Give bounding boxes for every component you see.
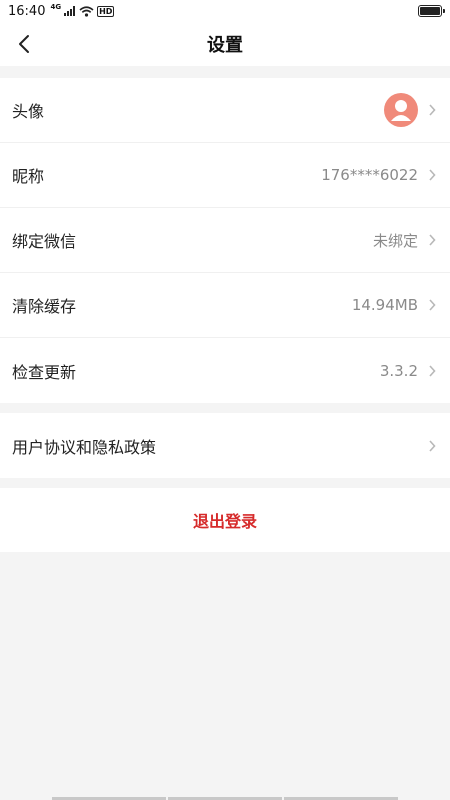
chevron-right-icon	[428, 233, 438, 247]
settings-group-policy: 用户协议和隐私政策	[0, 413, 450, 478]
battery-level	[420, 7, 440, 15]
page-title: 设置	[207, 35, 243, 56]
row-value-update: 3.3.2	[379, 361, 418, 380]
settings-group-main: 头像 昵称 176****6022 绑定微信 未绑定 清除缓存 14.94MB	[0, 78, 450, 403]
back-button[interactable]	[8, 28, 40, 60]
row-value-nickname: 176****6022	[321, 166, 418, 184]
signal-icon	[64, 6, 76, 16]
status-icons: 4G HD	[50, 3, 115, 17]
settings-row-update[interactable]: 检查更新 3.3.2	[0, 338, 450, 403]
row-label-avatar: 头像	[12, 102, 45, 121]
settings-row-nickname[interactable]: 昵称 176****6022	[0, 143, 450, 208]
chevron-right-icon	[428, 103, 438, 117]
chevron-right-icon	[428, 298, 438, 312]
row-label-policy: 用户协议和隐私政策	[12, 437, 157, 457]
battery-icon	[418, 5, 445, 17]
row-label-nickname: 昵称	[12, 167, 45, 186]
chevron-right-icon	[428, 364, 438, 378]
chevron-right-icon	[428, 168, 438, 182]
user-avatar-icon	[384, 93, 418, 127]
settings-row-wechat[interactable]: 绑定微信 未绑定	[0, 208, 450, 273]
row-label-wechat: 绑定微信	[12, 232, 77, 251]
chevron-left-icon	[19, 35, 29, 53]
status-bar: 16:40 4G HD	[0, 0, 450, 22]
settings-row-cache[interactable]: 清除缓存 14.94MB	[0, 273, 450, 338]
hd-label: HD	[99, 6, 113, 16]
chevron-right-icon	[428, 439, 438, 453]
settings-group-logout: 退出登录	[0, 488, 450, 552]
hd-icon: HD	[97, 5, 115, 17]
status-left: 16:40 4G HD	[8, 3, 115, 19]
logout-button[interactable]: 退出登录	[0, 488, 450, 552]
wifi-icon	[79, 5, 94, 17]
row-label-update: 检查更新	[12, 362, 77, 382]
settings-row-policy[interactable]: 用户协议和隐私政策	[0, 413, 450, 478]
row-value-cache: 14.94MB	[351, 296, 418, 314]
status-time: 16:40	[8, 3, 46, 19]
network-type: 4G	[50, 3, 62, 11]
nav-bar: 设置	[0, 22, 450, 66]
logout-label: 退出登录	[192, 512, 257, 531]
settings-row-avatar[interactable]: 头像	[0, 78, 450, 143]
row-value-wechat: 未绑定	[372, 231, 418, 250]
row-label-cache: 清除缓存	[12, 297, 77, 316]
